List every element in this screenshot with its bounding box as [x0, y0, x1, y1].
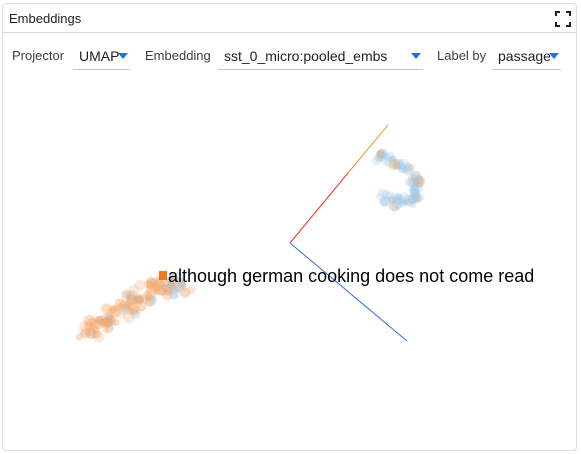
embedding-value: sst_0_micro:pooled_embs — [224, 48, 388, 64]
label-by-label: Label by — [437, 48, 487, 63]
embedding-point[interactable] — [403, 194, 415, 207]
embedding-point[interactable] — [126, 294, 138, 306]
axis-line-red — [289, 172, 349, 244]
embedding-point[interactable] — [104, 324, 114, 334]
embeddings-panel: Embeddings Projector UMAP Embedding sst_… — [2, 3, 577, 451]
embedding-point[interactable] — [143, 280, 152, 288]
embedding-point[interactable] — [380, 153, 393, 166]
axis-line-blue — [289, 242, 408, 342]
projector-value: UMAP — [79, 48, 120, 64]
projector-select[interactable]: UMAP — [73, 42, 130, 70]
caret-down-icon — [118, 53, 128, 59]
panel-title: Embeddings — [9, 11, 82, 26]
embedding-point[interactable] — [128, 284, 140, 296]
fullscreen-icon[interactable] — [555, 11, 571, 27]
selected-point[interactable] — [159, 271, 167, 280]
caret-down-icon — [411, 53, 421, 59]
toolbar: Projector UMAP Embedding sst_0_micro:poo… — [3, 33, 576, 73]
embedding-scatter-canvas[interactable] — [3, 73, 576, 450]
label-by-select[interactable]: passage — [492, 42, 561, 70]
caret-down-icon — [549, 53, 559, 59]
projector-label: Projector — [12, 48, 65, 63]
point-cloud — [75, 148, 426, 343]
label-by-value: passage — [498, 48, 551, 64]
embedding-point[interactable] — [86, 326, 97, 337]
embedding-point[interactable] — [157, 287, 167, 296]
embedding-point[interactable] — [145, 286, 153, 294]
hover-label: although german cooking does not come re… — [168, 266, 535, 286]
embedding-label: Embedding — [145, 48, 211, 63]
embedding-point[interactable] — [380, 195, 391, 207]
embedding-select[interactable]: sst_0_micro:pooled_embs — [218, 42, 423, 70]
panel-header: Embeddings — [3, 4, 576, 33]
